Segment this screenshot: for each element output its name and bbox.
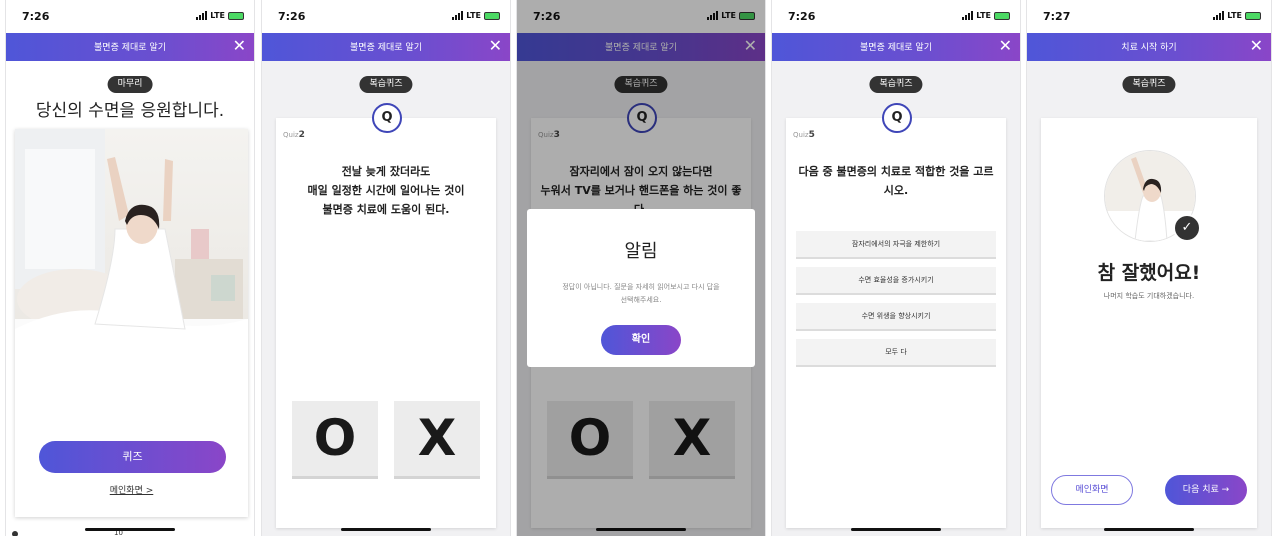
header-title: 불면증 제대로 알기 — [350, 43, 422, 53]
battery-icon — [1245, 11, 1261, 20]
status-bar: 7:26 LTE — [772, 0, 1020, 33]
signal-bars-icon — [452, 11, 464, 20]
close-icon[interactable]: ✕ — [999, 36, 1012, 56]
section-pill: 복습퀴즈 — [869, 76, 923, 93]
answer-o-button[interactable]: O — [292, 401, 378, 479]
top-header: 치료 시작 하기 ✕ — [1027, 33, 1271, 61]
q-badge: Q — [372, 103, 402, 133]
phone-screen-2: 7:26 LTE 불면증 제대로 알기 ✕ 복습퀴즈 Q Quiz2 전날 늦게… — [261, 0, 511, 536]
home-indicator — [851, 528, 941, 531]
network-label: LTE — [466, 11, 481, 20]
option-2[interactable]: 수면 효율성을 증가시키기 — [796, 267, 996, 295]
status-time: 7:26 — [22, 10, 50, 23]
option-3[interactable]: 수면 위생을 향상시키기 — [796, 303, 996, 331]
question-text: 전날 늦게 잤더라도 매일 일정한 시간에 일어나는 것이 불면증 치료에 도움… — [307, 165, 465, 216]
check-icon: ✓ — [1173, 214, 1201, 242]
answer-x-button[interactable]: X — [394, 401, 480, 479]
close-icon[interactable]: ✕ — [489, 36, 502, 56]
indicator-dot — [12, 531, 18, 536]
close-icon[interactable]: ✕ — [1250, 36, 1263, 56]
battery-icon — [484, 11, 500, 20]
phone-screen-5: 7:27 LTE 치료 시작 하기 ✕ 복습퀴즈 ✓ 참 잘했어요! 나머지 학… — [1026, 0, 1272, 536]
quiz-card: Quiz5 다음 중 불면증의 치료로 적합한 것을 고르 시오. 잠자리에서의… — [786, 118, 1006, 528]
page-heading: 당신의 수면을 응원합니다. — [35, 101, 225, 121]
network-label: LTE — [210, 11, 225, 20]
top-header: 불면증 제대로 알기 ✕ — [772, 33, 1020, 61]
signal-bars-icon — [962, 11, 974, 20]
header-title: 불면증 제대로 알기 — [94, 43, 166, 53]
network-label: LTE — [1227, 11, 1242, 20]
section-pill: 복습퀴즈 — [1122, 76, 1176, 93]
q-badge: Q — [882, 103, 912, 133]
confirm-button[interactable]: 확인 — [601, 325, 681, 355]
header-title: 불면증 제대로 알기 — [860, 43, 932, 53]
phone-screen-3: 7:26 LTE 불면증 제대로 알기 ✕ 복습퀴즈 Q Quiz3 잠자리에서… — [516, 0, 766, 536]
alert-dialog: 알림 정답이 아닙니다. 질문을 자세히 읽어보시고 다시 답을 선택해주세요.… — [527, 209, 755, 367]
top-header: 불면증 제대로 알기 ✕ — [262, 33, 510, 61]
home-indicator — [1104, 528, 1194, 531]
quiz-number: Quiz5 — [793, 130, 815, 140]
result-title: 참 잘했어요! — [1097, 262, 1201, 284]
phone-screen-4: 7:26 LTE 불면증 제대로 알기 ✕ 복습퀴즈 Q Quiz5 다음 중 … — [771, 0, 1021, 536]
signal-bars-icon — [1213, 11, 1225, 20]
status-time: 7:26 — [278, 10, 306, 23]
home-indicator — [341, 528, 431, 531]
status-bar: 7:27 LTE — [1027, 0, 1271, 33]
signal-bars-icon — [196, 11, 208, 20]
status-bar: 7:26 LTE — [6, 0, 254, 33]
close-icon[interactable]: ✕ — [233, 36, 246, 56]
header-title: 치료 시작 하기 — [1121, 43, 1177, 53]
quiz-number: Quiz2 — [283, 130, 305, 140]
cheer-card: 퀴즈 메인화면 > — [15, 129, 248, 517]
quiz-card: Quiz2 전날 늦게 잤더라도 매일 일정한 시간에 일어나는 것이 불면증 … — [276, 118, 496, 528]
section-pill: 복습퀴즈 — [359, 76, 413, 93]
battery-icon — [994, 11, 1010, 20]
status-time: 7:27 — [1043, 10, 1071, 23]
phone-screen-1: 7:26 LTE 불면증 제대로 알기 ✕ 마무리 당신의 수면을 응원합니다. — [5, 0, 255, 536]
alert-title: 알림 — [624, 241, 658, 262]
network-label: LTE — [976, 11, 991, 20]
status-bar: 7:26 LTE — [262, 0, 510, 33]
result-subtitle: 나머지 학습도 기대하겠습니다. — [1103, 292, 1195, 300]
quiz-button[interactable]: 퀴즈 — [39, 441, 226, 473]
next-treatment-button[interactable]: 다음 치료 → — [1165, 475, 1247, 505]
home-indicator — [85, 528, 175, 531]
status-time: 7:26 — [788, 10, 816, 23]
question-text: 다음 중 불면증의 치료로 적합한 것을 고르 시오. — [798, 165, 994, 197]
result-card: ✓ 참 잘했어요! 나머지 학습도 기대하겠습니다. 메인화면 다음 치료 → — [1041, 118, 1257, 528]
option-4[interactable]: 모두 다 — [796, 339, 996, 367]
option-1[interactable]: 잠자리에서의 자극을 제한하기 — [796, 231, 996, 259]
screen-body: 마무리 당신의 수면을 응원합니다. 퀴즈 메인화면 > 10 — [6, 61, 254, 536]
alert-message: 정답이 아닙니다. 질문을 자세히 읽어보시고 다시 답을 선택해주세요. — [562, 283, 720, 304]
section-pill: 마무리 — [107, 76, 153, 93]
battery-icon — [228, 11, 244, 20]
main-screen-link[interactable]: 메인화면 > — [15, 483, 248, 496]
stretching-woman-image — [15, 129, 248, 372]
main-screen-button[interactable]: 메인화면 — [1051, 475, 1133, 505]
top-header: 불면증 제대로 알기 ✕ — [6, 33, 254, 61]
